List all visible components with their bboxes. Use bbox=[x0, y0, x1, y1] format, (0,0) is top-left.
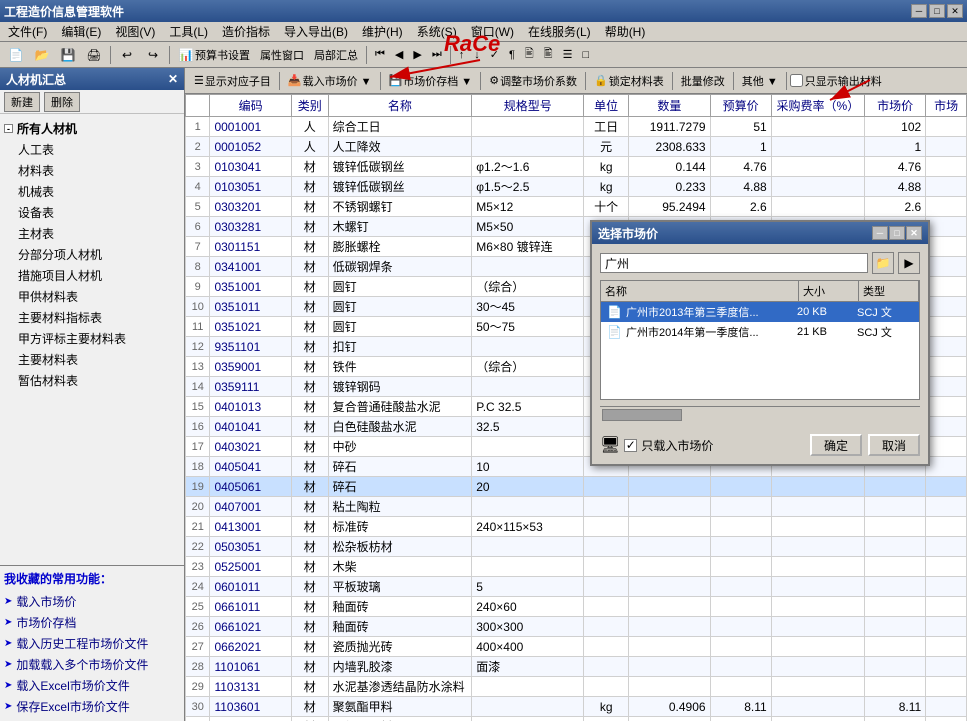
horizontal-scrollbar[interactable] bbox=[600, 406, 920, 422]
file-col-size: 大小 bbox=[799, 281, 859, 301]
dialog-title-buttons: ─ □ ✕ bbox=[872, 226, 922, 240]
dialog-title-text: 选择市场价 bbox=[598, 225, 658, 242]
file-type-2: SCJ 文 bbox=[855, 324, 915, 340]
address-bar: 广州 📁 ▶ bbox=[600, 252, 920, 274]
select-market-price-dialog: 选择市场价 ─ □ ✕ 广州 📁 ▶ 名称 大小 类型 bbox=[590, 220, 930, 466]
file-row-1[interactable]: 📄广州市2013年第三季度信... 20 KB SCJ 文 bbox=[601, 302, 919, 322]
dialog-cancel-btn[interactable]: 取消 bbox=[868, 434, 920, 456]
dialog-overlay: 选择市场价 ─ □ ✕ 广州 📁 ▶ 名称 大小 类型 bbox=[0, 0, 967, 721]
folder-up-btn[interactable]: 📁 bbox=[872, 252, 894, 274]
dialog-body: 广州 📁 ▶ 名称 大小 类型 📄广州市2013年第三季度信... 20 KB … bbox=[592, 244, 928, 430]
only-load-price-area: 🖥 ✓ 只载入市场价 bbox=[600, 435, 804, 455]
monitor-icon: 🖥 bbox=[600, 435, 620, 455]
file-list-header: 名称 大小 类型 bbox=[601, 281, 919, 302]
scroll-thumb[interactable] bbox=[602, 409, 682, 421]
dialog-maximize-btn[interactable]: □ bbox=[889, 226, 905, 240]
only-load-price-checkbox[interactable]: ✓ bbox=[624, 439, 637, 452]
dialog-title-bar: 选择市场价 ─ □ ✕ bbox=[592, 222, 928, 244]
file-size-1: 20 KB bbox=[795, 306, 855, 318]
dialog-close-btn[interactable]: ✕ bbox=[906, 226, 922, 240]
file-icon-1: 📄 bbox=[607, 305, 622, 319]
dialog-minimize-btn[interactable]: ─ bbox=[872, 226, 888, 240]
file-list: 名称 大小 类型 📄广州市2013年第三季度信... 20 KB SCJ 文 📄… bbox=[600, 280, 920, 400]
file-icon-2: 📄 bbox=[607, 325, 622, 339]
file-type-1: SCJ 文 bbox=[855, 304, 915, 320]
file-name-2: 📄广州市2014年第一季度信... bbox=[605, 324, 795, 340]
file-name-1: 📄广州市2013年第三季度信... bbox=[605, 304, 795, 320]
only-load-price-label: 只载入市场价 bbox=[641, 437, 713, 454]
file-size-2: 21 KB bbox=[795, 326, 855, 338]
file-row-2[interactable]: 📄广州市2014年第一季度信... 21 KB SCJ 文 bbox=[601, 322, 919, 342]
dialog-footer: 🖥 ✓ 只载入市场价 确定 取消 bbox=[592, 430, 928, 464]
file-col-type: 类型 bbox=[859, 281, 919, 301]
dialog-ok-btn[interactable]: 确定 bbox=[810, 434, 862, 456]
file-col-name: 名称 bbox=[601, 281, 799, 301]
folder-nav-btn[interactable]: ▶ bbox=[898, 252, 920, 274]
location-input[interactable]: 广州 bbox=[600, 253, 868, 273]
